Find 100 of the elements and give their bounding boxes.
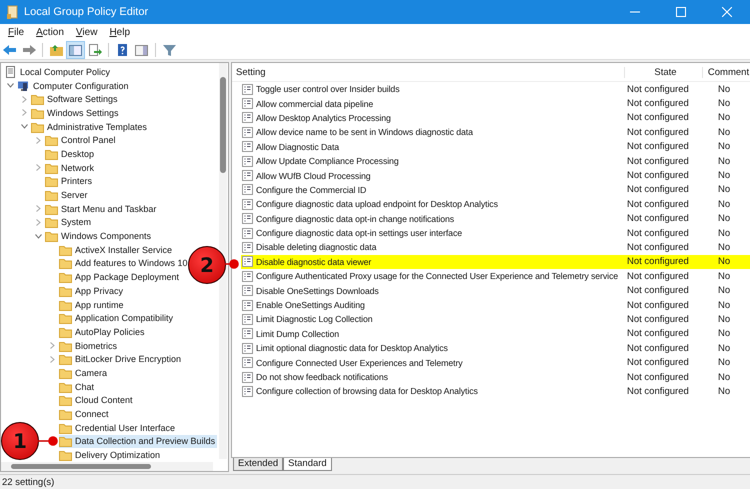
setting-row[interactable]: Limit optional diagnostic data for Desktop Analytics Not configured No (241, 341, 750, 356)
folder-icon (59, 312, 72, 324)
setting-row[interactable]: Disable deleting diagnostic data Not configured No (241, 240, 750, 255)
tree-item[interactable]: Start Menu and Taskbar (45, 202, 158, 216)
tree-item[interactable]: Add features to Windows 10 (59, 256, 190, 270)
horizontal-scrollbar[interactable] (1, 462, 213, 471)
tree-item[interactable]: Windows Settings (31, 106, 121, 120)
policy-setting-icon (242, 170, 253, 182)
folder-icon (45, 162, 58, 174)
setting-row[interactable]: Allow WUfB Cloud Processing Not configured No (241, 168, 750, 183)
chevron-right-icon[interactable] (36, 205, 40, 212)
toolbar-button[interactable] (66, 40, 85, 58)
setting-row[interactable]: Allow Desktop Analytics Processing Not configured No (241, 110, 750, 126)
setting-row[interactable]: Enable OneSettings Auditing Not configured No (241, 298, 750, 312)
comment-cell-text: No (717, 156, 732, 167)
tree-item[interactable]: Data Collection and Preview Builds (59, 434, 218, 448)
tree-item[interactable]: Credential User Interface (59, 420, 178, 435)
tree-item[interactable]: Local Computer Policy (4, 65, 112, 79)
column-header[interactable]: State (624, 66, 702, 78)
policy-setting-icon (242, 156, 253, 167)
tree-item[interactable]: Windows Components (45, 229, 154, 243)
tree-item[interactable]: App Privacy (59, 284, 126, 298)
vertical-scrollbar[interactable] (219, 63, 227, 459)
column-header[interactable]: Comment (702, 66, 750, 78)
setting-row[interactable]: Do not show feedback notifications Not configured No (241, 370, 750, 384)
chevron-down-icon[interactable] (34, 234, 42, 239)
tree-item[interactable]: Administrative Templates (31, 120, 149, 134)
tree-item[interactable]: Application Compatibility (59, 311, 176, 326)
view-tab[interactable]: Standard (283, 458, 332, 471)
setting-row[interactable]: Allow commercial data pipeline Not configured No (241, 96, 750, 111)
setting-row[interactable]: Configure Connected User Experiences and Telemetry Not configured No (241, 355, 750, 370)
menu-item[interactable]: File (3, 26, 30, 38)
setting-row[interactable]: Allow Diagnostic Data Not configured No (241, 140, 750, 154)
setting-row[interactable]: Disable OneSettings Downloads Not configured No (241, 283, 750, 298)
chevron-down-icon[interactable] (6, 83, 14, 88)
chevron-right-icon[interactable] (50, 356, 54, 363)
tree-label: System (61, 217, 92, 228)
setting-row[interactable]: Limit Dump Collection Not configured No (241, 326, 750, 342)
setting-row[interactable]: Allow device name to be sent in Windows diagnostic data Not configured No (241, 125, 750, 140)
tree-label: ActiveX Installer Service (75, 244, 174, 255)
setting-row[interactable]: Toggle user control over Insider builds Not configured No (241, 82, 750, 96)
tree-label: BitLocker Drive Encryption (75, 354, 182, 364)
tree-item[interactable]: Cloud Content (59, 394, 135, 408)
comment-cell-text: No (717, 170, 732, 182)
tree-item[interactable]: Desktop (45, 147, 96, 161)
chevron-right-icon[interactable] (36, 136, 40, 144)
folder-icon (45, 189, 58, 202)
folder-icon (59, 244, 72, 256)
tree-label: App runtime (75, 300, 125, 310)
filter-icon (162, 42, 178, 56)
tree-item[interactable]: Biometrics (59, 338, 120, 352)
menu-item[interactable]: Action (31, 26, 69, 38)
setting-row[interactable]: Configure collection of browsing data for Desktop Analytics Not configured No (241, 384, 750, 399)
comment-cell-text: No (717, 386, 732, 397)
setting-row[interactable]: Configure diagnostic data opt-in settings user interface Not configured No (241, 226, 750, 240)
tree-item[interactable]: Network (45, 160, 96, 174)
tree-item[interactable]: ActiveX Installer Service (59, 242, 174, 257)
state-cell-text: Not configured (626, 198, 690, 210)
chevron-right-icon[interactable] (36, 164, 40, 172)
tree-item[interactable]: Delivery Optimization (59, 448, 162, 462)
setting-row[interactable]: Configure the Commercial ID Not configured No (241, 182, 750, 198)
tree-item[interactable]: Printers (45, 174, 94, 188)
policy-setting-icon (242, 84, 253, 95)
view-tab[interactable]: Extended (233, 458, 284, 471)
tree-label: Local Computer Policy (20, 66, 112, 77)
chevron-right-icon[interactable] (36, 218, 40, 226)
maximize-icon[interactable] (676, 7, 686, 17)
tree-item[interactable]: App runtime (59, 298, 126, 312)
highlighted-row[interactable]: Disable diagnostic data viewer Not configured No (241, 254, 750, 270)
tree-item[interactable]: Camera (59, 366, 110, 380)
tree-item[interactable]: BitLocker Drive Encryption (59, 352, 184, 366)
tree-item[interactable]: Chat (59, 380, 96, 394)
folder-icon (45, 230, 58, 242)
setting-row[interactable]: Limit Diagnostic Log Collection Not configured No (241, 312, 750, 327)
tree-item[interactable]: Computer Configuration (17, 78, 131, 92)
comment-cell-text: No (717, 300, 732, 311)
tree-item[interactable]: Software Settings (31, 92, 120, 106)
chevron-down-icon[interactable] (20, 124, 28, 130)
tree-item[interactable]: AutoPlay Policies (59, 325, 147, 339)
close-icon[interactable] (722, 7, 732, 17)
chevron-right-icon[interactable] (50, 342, 54, 350)
folder-icon (59, 353, 72, 366)
tree-item[interactable]: System (45, 216, 94, 230)
tree-item[interactable]: Connect (59, 407, 111, 421)
chevron-right-icon[interactable] (22, 109, 26, 116)
setting-row[interactable]: Configure Authenticated Proxy usage for the Connected User Experience and Telemetry service Not configured No (241, 269, 750, 284)
menu-item[interactable]: Help (104, 26, 136, 38)
tree-label: AutoPlay Policies (75, 326, 146, 337)
tree-label: Administrative Templates (47, 122, 148, 132)
tree-item[interactable]: Server (45, 188, 90, 202)
tree-item[interactable]: Control Panel (45, 133, 118, 148)
tree-item[interactable]: App Package Deployment (59, 270, 182, 284)
menu-item[interactable]: View (70, 26, 102, 38)
setting-row[interactable]: Configure diagnostic data upload endpoint for Desktop Analytics Not configured No (241, 197, 750, 212)
folder-icon (59, 257, 72, 270)
chevron-right-icon[interactable] (22, 96, 26, 103)
column-header[interactable]: Setting (232, 66, 624, 78)
state-cell-text: Not configured (626, 314, 690, 325)
setting-row[interactable]: Configure diagnostic data opt-in change notifications Not configured No (241, 212, 750, 226)
setting-row[interactable]: Allow Update Compliance Processing Not configured No (241, 154, 750, 168)
